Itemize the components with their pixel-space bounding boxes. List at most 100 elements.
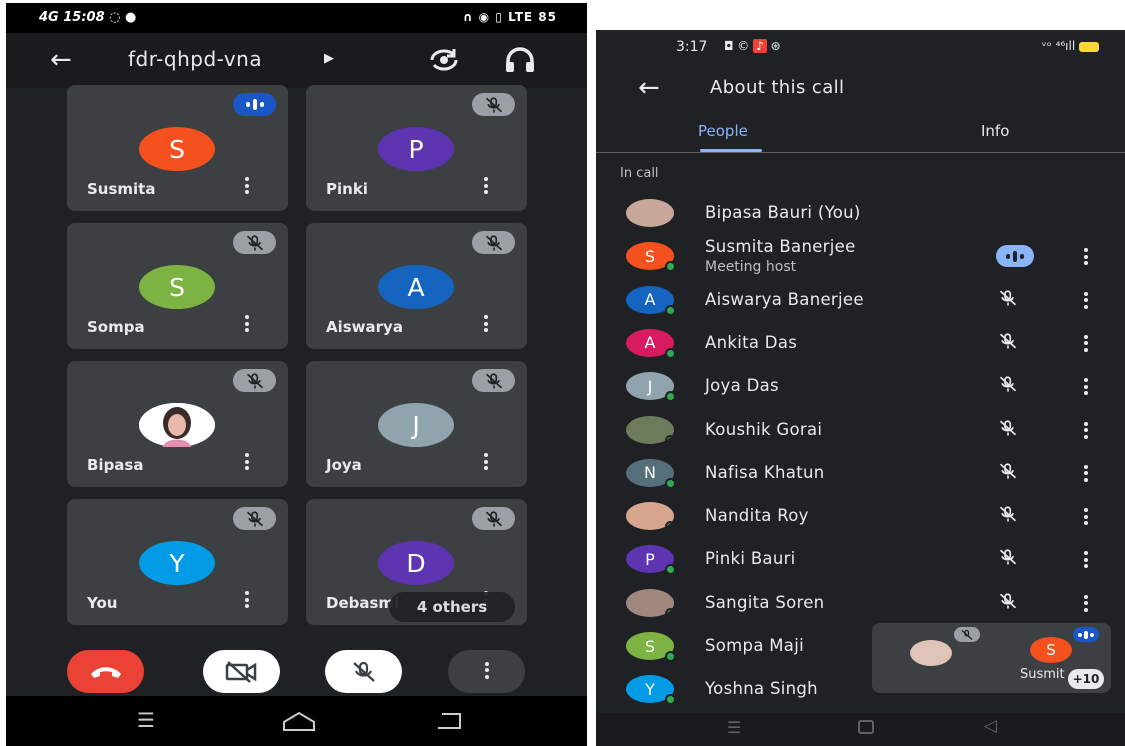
more-options-button[interactable] <box>448 650 525 693</box>
menu-icon[interactable]: ☰ <box>727 718 741 737</box>
avatar-initial: Y <box>645 679 655 699</box>
mic-off-icon <box>997 375 1019 397</box>
tab-people[interactable]: People <box>698 122 748 140</box>
avatar-initial: Y <box>169 548 185 578</box>
caret-right-icon[interactable]: ▶ <box>324 51 334 66</box>
participant-role: Meeting host <box>705 259 797 276</box>
participant-avatar: N <box>626 458 676 489</box>
pip-mic-off-icon <box>954 627 980 642</box>
participant-name: Nandita Roy <box>705 506 809 526</box>
mic-off-icon <box>352 661 375 682</box>
end-call-button[interactable] <box>67 650 144 693</box>
participant-tile[interactable]: J Joya <box>306 361 527 487</box>
participant-row[interactable]: A Aiswarya Banerjee <box>596 279 1125 322</box>
mic-off-icon <box>997 592 1019 614</box>
more-vert-icon[interactable] <box>484 453 494 475</box>
mic-off-icon <box>233 369 276 392</box>
participant-avatar: D <box>378 541 454 585</box>
participant-tile[interactable]: Bipasa <box>67 361 288 487</box>
switch-camera-icon[interactable] <box>426 45 462 79</box>
more-vert-icon[interactable] <box>484 177 494 199</box>
more-vert-icon[interactable] <box>1082 248 1090 268</box>
mic-off-icon <box>997 548 1019 570</box>
back-nav-icon[interactable]: ◁ <box>984 716 997 736</box>
participant-name: Koushik Gorai <box>705 419 823 439</box>
participant-tile[interactable]: S Susmita <box>67 85 288 211</box>
more-vert-icon[interactable] <box>245 315 255 337</box>
more-vert-icon <box>484 661 490 682</box>
mic-off-icon <box>472 507 515 530</box>
status-icons: ∩ ◉ ▯ LTE 85 <box>462 10 557 24</box>
participant-avatar: S <box>626 242 676 273</box>
back-arrow-icon[interactable]: ← <box>50 47 72 73</box>
participant-tile[interactable]: Y You <box>67 499 288 625</box>
video-off-icon <box>225 660 256 683</box>
participant-name: Bipasa <box>87 456 144 474</box>
participant-row[interactable]: Koushik Gorai <box>596 409 1125 452</box>
more-vert-icon[interactable] <box>1082 551 1090 571</box>
participant-row[interactable]: S Susmita Banerjee Meeting host <box>596 235 1125 278</box>
participant-name: Bipasa Bauri (You) <box>705 203 861 222</box>
about-call-screen: 3:17 ◘ © ♪ ⊛ ᵛᵒ ⁴⁶ıll ← About this call … <box>596 30 1125 746</box>
more-vert-icon[interactable] <box>1082 464 1090 485</box>
participant-row[interactable]: J Joya Das <box>596 365 1125 408</box>
speaking-indicator-icon <box>996 245 1034 268</box>
participant-avatar <box>626 199 674 227</box>
more-vert-icon[interactable] <box>1082 421 1090 442</box>
participant-row[interactable]: P Pinki Bauri <box>596 538 1125 581</box>
mic-off-icon <box>997 289 1019 311</box>
pip-preview[interactable]: S Susmit +10 <box>872 623 1111 693</box>
avatar-initial: A <box>644 290 656 310</box>
online-dot <box>665 391 676 403</box>
participant-name: Sangita Soren <box>705 592 825 612</box>
home-icon[interactable] <box>858 720 874 734</box>
participant-avatar: S <box>139 127 215 171</box>
participant-tile[interactable]: S Sompa <box>67 223 288 349</box>
participant-name: Joya Das <box>705 376 779 396</box>
status-time: 15:08 <box>63 10 105 25</box>
participant-row[interactable]: A Ankita Das <box>596 322 1125 365</box>
more-vert-icon[interactable] <box>245 453 255 475</box>
system-nav-bar: ☰ <box>6 696 587 746</box>
more-vert-icon[interactable] <box>245 591 255 613</box>
pip-speaking-icon <box>1073 627 1099 642</box>
meeting-code[interactable]: fdr-qhpd-vna <box>128 47 262 71</box>
online-dot <box>665 694 676 706</box>
participant-row[interactable]: Sangita Soren <box>596 582 1125 625</box>
participant-avatar: S <box>139 265 215 309</box>
headphones-icon[interactable] <box>503 45 537 79</box>
participant-row[interactable]: N Nafisa Khatun <box>596 452 1125 495</box>
more-vert-icon[interactable] <box>245 177 255 199</box>
menu-icon[interactable]: ☰ <box>137 708 155 732</box>
participant-avatar: J <box>378 403 454 447</box>
participant-tile[interactable]: A Aiswarya <box>306 223 527 349</box>
more-vert-icon[interactable] <box>1082 291 1090 312</box>
participant-name: Nafisa Khatun <box>705 462 825 482</box>
tab-info[interactable]: Info <box>981 122 1009 140</box>
participant-name: Aiswarya <box>326 318 403 336</box>
participant-row[interactable]: Bipasa Bauri (You) <box>596 192 1125 235</box>
participant-row[interactable]: Nandita Roy <box>596 495 1125 538</box>
home-icon[interactable] <box>280 708 318 736</box>
mic-off-icon <box>472 231 515 254</box>
online-dot <box>665 304 676 316</box>
more-vert-icon[interactable] <box>1082 334 1090 355</box>
participant-name: Susmita <box>87 180 156 198</box>
back-nav-icon[interactable] <box>434 710 464 734</box>
others-badge[interactable]: 4 others <box>389 592 515 622</box>
back-arrow-icon[interactable]: ← <box>638 75 660 101</box>
online-dot <box>665 651 676 662</box>
call-title-bar: ← fdr-qhpd-vna ▶ <box>6 33 587 88</box>
more-vert-icon[interactable] <box>1082 594 1090 615</box>
camera-toggle-button[interactable] <box>203 650 280 693</box>
avatar-initial: S <box>644 246 656 266</box>
more-vert-icon[interactable] <box>1082 508 1090 528</box>
participant-avatar: Y <box>139 541 215 585</box>
more-vert-icon[interactable] <box>1082 378 1090 398</box>
participant-name: Sompa <box>87 318 145 336</box>
status-icons: ᵛᵒ ⁴⁶ıll <box>1042 39 1099 53</box>
participant-tile[interactable]: P Pinki <box>306 85 527 211</box>
mic-toggle-button[interactable] <box>325 650 402 693</box>
pip-self-avatar <box>910 640 952 666</box>
more-vert-icon[interactable] <box>484 315 494 337</box>
